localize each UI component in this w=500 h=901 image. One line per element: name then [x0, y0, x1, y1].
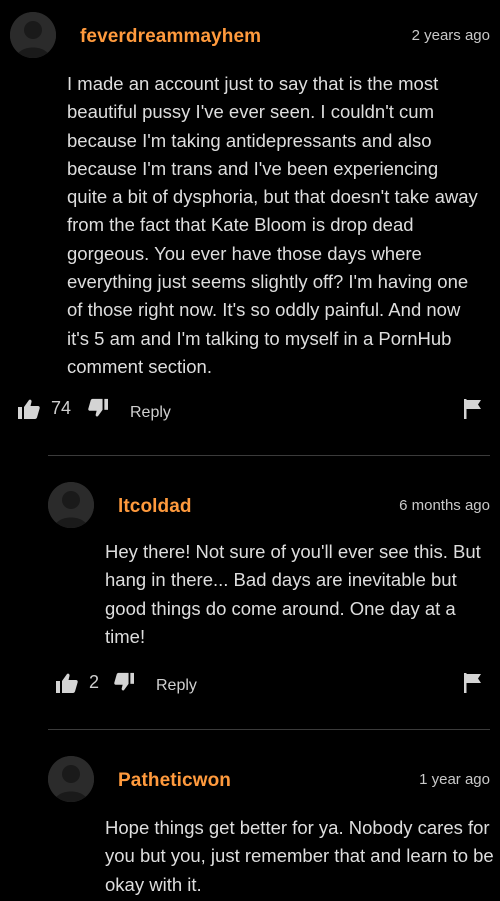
avatar-icon: [10, 12, 56, 58]
flag-button[interactable]: [464, 399, 482, 419]
comment-2: ltcoldad 6 months ago Hey there! Not sur…: [0, 456, 500, 726]
thumbs-up-icon: [18, 399, 40, 419]
comment-actions: 2 Reply: [0, 672, 500, 702]
avatar-icon: [48, 756, 94, 802]
comment-timestamp: 6 months ago: [399, 497, 490, 514]
thumbs-down-icon: [114, 672, 134, 691]
avatar[interactable]: [48, 756, 94, 802]
dislike-button[interactable]: [88, 398, 108, 418]
comment-actions: 74 Reply: [0, 398, 500, 428]
avatar[interactable]: [10, 12, 56, 58]
avatar[interactable]: [48, 482, 94, 528]
comment-text: Hope things get better for ya. Nobody ca…: [105, 817, 494, 895]
reply-button[interactable]: Reply: [130, 404, 171, 422]
thumbs-up-icon: [56, 673, 78, 693]
dislike-button[interactable]: [114, 672, 134, 692]
like-button[interactable]: 2: [56, 672, 99, 693]
reply-label: Reply: [130, 404, 171, 421]
flag-button[interactable]: [464, 673, 482, 693]
comment-text: I made an account just to say that is th…: [67, 73, 478, 377]
like-count: 2: [89, 672, 100, 692]
thumbs-down-icon: [88, 398, 108, 417]
like-count: 74: [51, 398, 72, 418]
comment-1: feverdreammayhem 2 years ago I made an a…: [0, 0, 500, 440]
comment-username[interactable]: ltcoldad: [118, 496, 192, 518]
comment-3: Patheticwon 1 year ago Hope things get b…: [0, 730, 500, 901]
like-button[interactable]: 74: [18, 398, 71, 419]
flag-icon: [464, 673, 481, 693]
comment-text: Hey there! Not sure of you'll ever see t…: [105, 541, 481, 647]
comment-username[interactable]: feverdreammayhem: [80, 26, 261, 48]
reply-label: Reply: [156, 677, 197, 694]
comment-username[interactable]: Patheticwon: [118, 770, 231, 792]
comment-timestamp: 1 year ago: [419, 771, 490, 788]
avatar-icon: [48, 482, 94, 528]
flag-icon: [464, 399, 481, 419]
reply-button[interactable]: Reply: [156, 677, 197, 695]
comment-timestamp: 2 years ago: [411, 27, 490, 44]
